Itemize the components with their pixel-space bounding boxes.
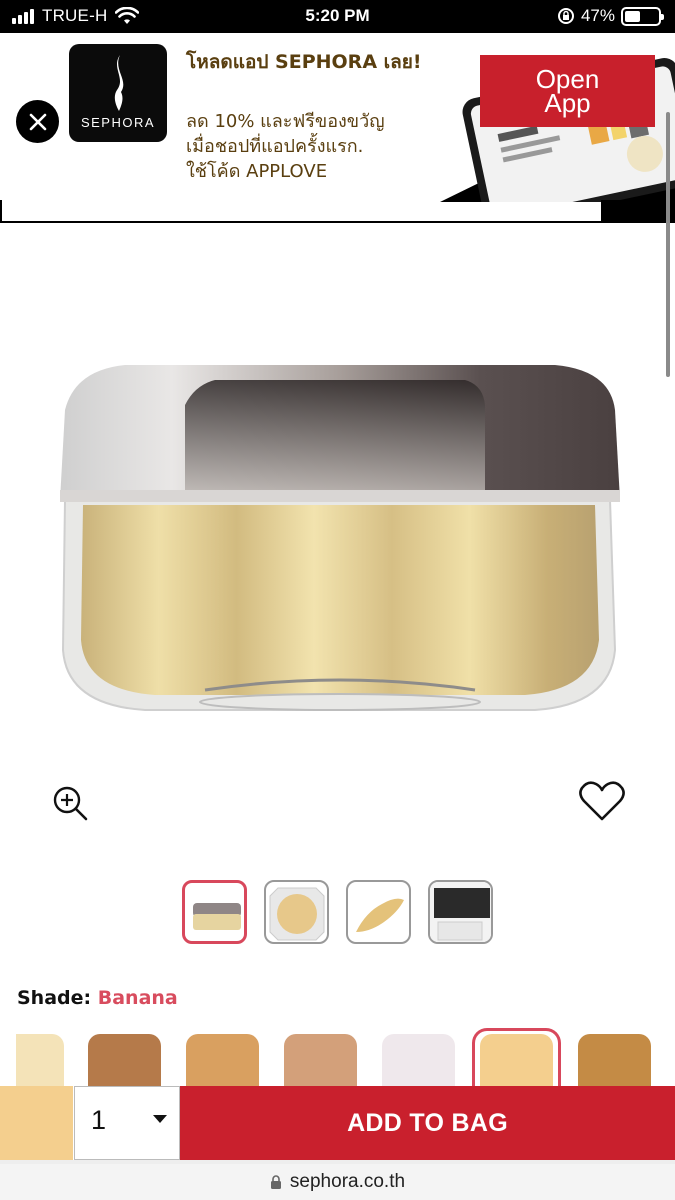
shade-swatch[interactable]: [88, 1034, 161, 1094]
quantity-value: 1: [91, 1105, 107, 1135]
lock-icon: [270, 1175, 281, 1189]
thumbnail-packaging-box[interactable]: [428, 880, 493, 944]
selected-swatch-preview: [0, 1086, 73, 1162]
sephora-flame-icon: [114, 55, 124, 111]
open-app-button[interactable]: Open App: [480, 55, 655, 127]
shade-swatch[interactable]: [382, 1034, 455, 1094]
powder-jar-image: [60, 365, 620, 711]
add-to-bag-button[interactable]: ADD TO BAG: [180, 1086, 675, 1160]
shade-prefix: Shade:: [17, 987, 92, 1009]
banner-description: ลด 10% และฟรีของขวัญ เมื่อชอปที่แอปครั้ง…: [186, 111, 385, 182]
banner-divider-dark: [603, 200, 675, 223]
shade-label: Shade: Banana: [17, 987, 178, 1009]
selected-shade-name: Banana: [97, 987, 178, 1009]
browser-url-bar[interactable]: sephora.co.th: [0, 1164, 675, 1200]
battery-icon: [621, 6, 664, 26]
shade-swatch[interactable]: [480, 1034, 553, 1094]
thumbnail-swatch-smear[interactable]: [346, 880, 411, 944]
quantity-select[interactable]: 1: [74, 1086, 180, 1160]
rotation-lock-icon: [557, 8, 574, 24]
thumbnail-jar-front[interactable]: [182, 880, 247, 944]
status-bar: TRUE-H 5:20 PM 47%: [0, 0, 675, 33]
app-install-banner: SEPHORA โหลดแอป SEPHORA เลย! ลด 10% และฟ…: [0, 33, 675, 205]
shade-swatch[interactable]: [284, 1034, 357, 1094]
sephora-app-logo: SEPHORA: [69, 44, 167, 142]
chevron-down-icon: [153, 1115, 167, 1123]
banner-title: โหลดแอป SEPHORA เลย!: [186, 51, 422, 73]
zoom-in-icon[interactable]: [50, 783, 90, 823]
page-scrollbar[interactable]: [666, 112, 670, 377]
status-right: 47%: [557, 6, 664, 26]
purchase-bar: 1 ADD TO BAG: [0, 1086, 675, 1162]
url-text: sephora.co.th: [289, 1171, 406, 1192]
heart-icon[interactable]: [578, 780, 626, 822]
shade-swatch[interactable]: [186, 1034, 259, 1094]
close-banner-button[interactable]: [16, 100, 59, 143]
thumbnail-powder-top[interactable]: [264, 880, 329, 944]
banner-divider: [0, 200, 603, 223]
logo-text: SEPHORA: [80, 115, 156, 130]
battery-percent: 47%: [580, 6, 615, 25]
shade-swatch[interactable]: [578, 1034, 651, 1094]
shade-swatches: [0, 1028, 675, 1098]
close-icon: [29, 113, 46, 130]
shade-swatch[interactable]: [16, 1034, 64, 1094]
image-thumbnails: [182, 880, 493, 944]
